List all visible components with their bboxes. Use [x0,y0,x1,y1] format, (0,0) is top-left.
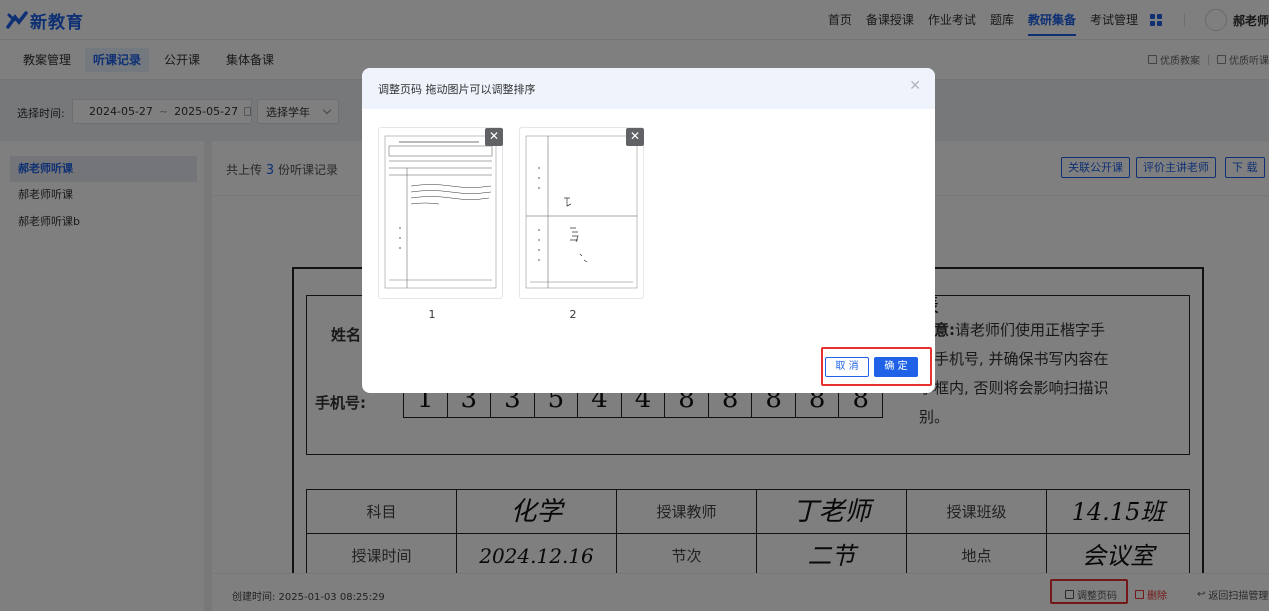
dialog-header: 调整页码 拖动图片可以调整排序 ✕ [362,68,935,109]
page-number: 1 [428,308,436,321]
page-number: 2 [569,308,577,321]
page-thumbnail[interactable] [519,127,644,299]
page-preview-image [525,135,638,289]
remove-page-2-icon[interactable]: ✕ [626,128,644,146]
page-thumbnail[interactable] [378,127,503,299]
cancel-button[interactable]: 取 消 [825,357,869,377]
adjust-page-dialog: 调整页码 拖动图片可以调整排序 ✕ ✕ 1 ✕ 2 取 消 确 定 [362,68,935,393]
close-icon[interactable]: ✕ [909,78,921,94]
remove-page-1-icon[interactable]: ✕ [485,128,503,146]
confirm-button[interactable]: 确 定 [874,357,918,377]
page-preview-image [384,135,497,289]
dialog-title: 调整页码 拖动图片可以调整排序 [378,83,536,96]
